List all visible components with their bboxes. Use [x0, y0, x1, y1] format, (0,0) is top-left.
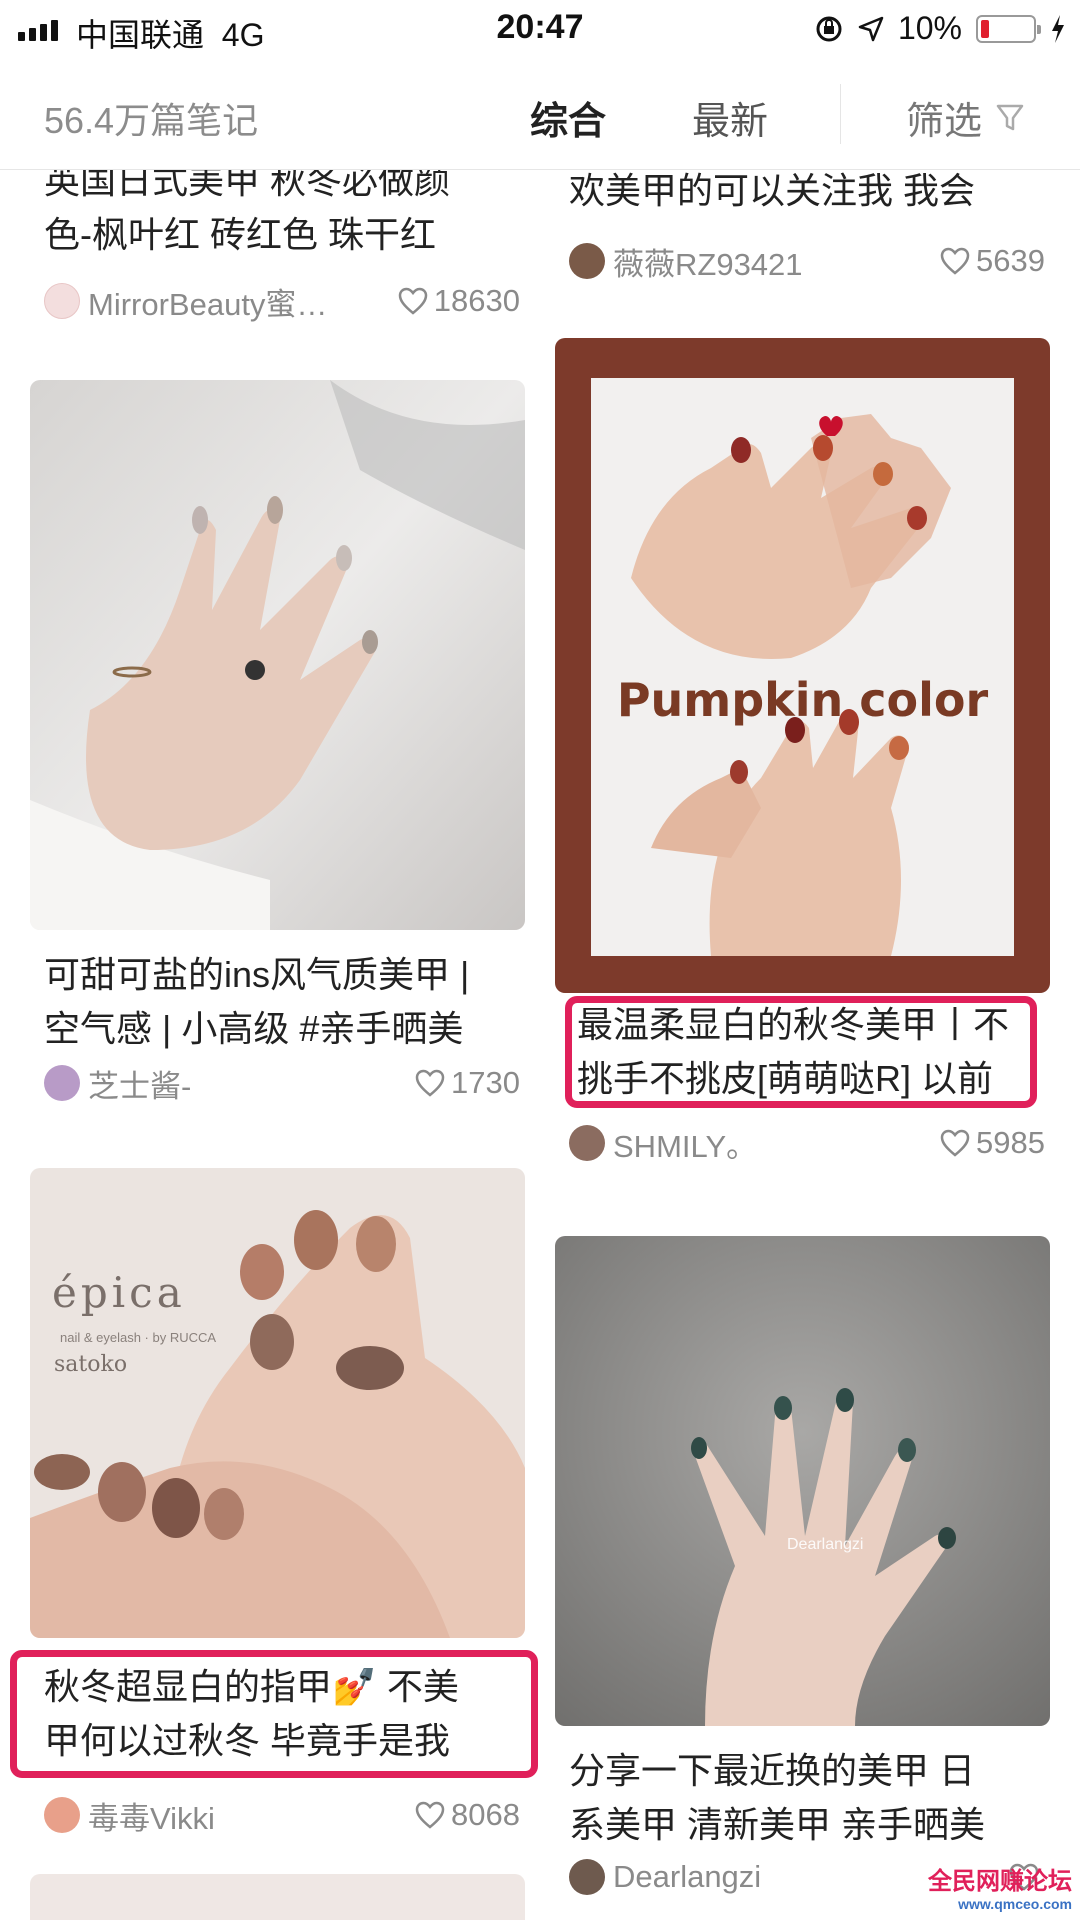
note-image[interactable]: [30, 1874, 525, 1920]
photo-frame: Pumpkin color: [591, 378, 1014, 956]
like-button[interactable]: 18630: [398, 283, 520, 319]
avatar[interactable]: [569, 243, 605, 279]
like-count: 18630: [433, 283, 520, 318]
funnel-icon: [996, 104, 1024, 130]
filter-label: 筛选: [906, 101, 983, 143]
filter-button[interactable]: 筛选: [906, 90, 1024, 145]
divider: [840, 84, 841, 144]
avatar[interactable]: [569, 1859, 605, 1895]
battery-icon: [976, 14, 1041, 43]
like-button[interactable]: 5639: [940, 243, 1045, 279]
like-count: 1730: [451, 1065, 520, 1100]
note-title: 可甜可盐的ins风气质美甲 | 空气感 | 小高级 #亲手晒美: [44, 954, 470, 1049]
note-meta: SHMILY。 5985: [569, 1120, 1045, 1166]
note-card[interactable]: 可甜可盐的ins风气质美甲 | 空气感 | 小高级 #亲手晒美 芝士酱- 173…: [30, 380, 525, 1104]
note-title: 英国日式美甲 秋冬必做颜 色-枫叶红 砖红色 珠干红: [44, 170, 451, 255]
orientation-lock-icon: [816, 16, 842, 41]
notes-feed: 英国日式美甲 秋冬必做颜 色-枫叶红 砖红色 珠干红 MirrorBeauty蜜…: [0, 170, 1080, 1920]
avatar[interactable]: [44, 1065, 80, 1101]
like-button[interactable]: 1730: [415, 1065, 520, 1101]
tab-comprehensive[interactable]: 综合: [530, 90, 606, 145]
note-title: 最温柔显白的秋冬美甲丨不 挑手不挑皮[萌萌哒R] 以前: [577, 1004, 1010, 1099]
note-card[interactable]: Pumpkin color 最温柔显白的秋冬美甲丨不 挑手不挑皮[萌萌哒R] 以…: [555, 338, 1050, 1338]
notes-count: 56.4万篇笔记: [44, 100, 259, 141]
note-meta: MirrorBeauty蜜… 18630: [44, 278, 520, 324]
dark-green-nails-photo: [555, 1236, 1050, 1726]
note-meta: 毒毒Vikki 8068: [44, 1792, 520, 1838]
heart-icon: [415, 1801, 445, 1829]
like-button[interactable]: 5985: [940, 1125, 1045, 1161]
image-subtitle: nail & eyelash · by RUCCA: [60, 1330, 217, 1345]
hand-with-rings-photo: [30, 380, 525, 930]
avatar[interactable]: [44, 283, 80, 319]
like-count: 8068: [451, 1797, 520, 1832]
note-image[interactable]: [30, 380, 525, 930]
pumpkin-color-nails-photo: [631, 414, 951, 956]
results-header: 56.4万篇笔记 综合 最新 筛选: [0, 62, 1080, 170]
note-card[interactable]: 欢美甲的可以关注我 我会 薇薇RZ93421 5639: [555, 170, 1050, 290]
author-name[interactable]: MirrorBeauty蜜…: [88, 279, 398, 324]
like-button[interactable]: 8068: [415, 1797, 520, 1833]
site-watermark: 全民网赚论坛 www.qmceo.com: [928, 1868, 1072, 1912]
note-card[interactable]: 英国日式美甲 秋冬必做颜 色-枫叶红 砖红色 珠干红 MirrorBeauty蜜…: [30, 170, 525, 330]
note-card[interactable]: épica nail & eyelash · by RUCCA satoko 秋…: [10, 1168, 538, 1920]
heart-icon: [940, 1129, 970, 1157]
image-name: satoko: [54, 1352, 128, 1377]
note-title: 秋冬超显白的指甲💅 不美 甲何以过秋冬 毕竟手是我: [44, 1666, 459, 1761]
status-bar: 中国联通 4G 20:47 10%: [0, 0, 1080, 62]
battery-percent: 10%: [897, 10, 962, 46]
tab-latest[interactable]: 最新: [692, 90, 768, 145]
like-count: 5985: [976, 1125, 1045, 1160]
note-image[interactable]: Pumpkin color: [555, 338, 1050, 993]
like-count: 5639: [976, 243, 1045, 278]
status-right: 10%: [814, 10, 1066, 47]
location-icon: [858, 16, 884, 41]
author-name[interactable]: 薇薇RZ93421: [613, 239, 940, 284]
note-card[interactable]: Dearlangzi 分享一下最近换的美甲 日 系美甲 清新美甲 亲手晒美 De…: [555, 1236, 1050, 1920]
heart-icon: [415, 1069, 445, 1097]
image-brand: épica: [52, 1268, 186, 1317]
author-name[interactable]: 毒毒Vikki: [88, 1793, 415, 1838]
note-meta: 芝士酱- 1730: [44, 1060, 520, 1106]
avatar[interactable]: [44, 1797, 80, 1833]
heart-icon: [940, 247, 970, 275]
author-name[interactable]: 芝士酱-: [88, 1061, 415, 1106]
note-meta: 薇薇RZ93421 5639: [569, 238, 1045, 284]
author-name[interactable]: SHMILY。: [613, 1121, 940, 1166]
note-image[interactable]: Dearlangzi: [555, 1236, 1050, 1726]
image-watermark: Dearlangzi: [787, 1536, 864, 1553]
note-image[interactable]: épica nail & eyelash · by RUCCA satoko: [30, 1168, 525, 1638]
avatar[interactable]: [569, 1125, 605, 1161]
note-title: 分享一下最近换的美甲 日 系美甲 清新美甲 亲手晒美: [569, 1750, 986, 1845]
epica-nails-photo: [30, 1168, 525, 1638]
image-overlay-text: Pumpkin color: [616, 673, 989, 727]
heart-icon: [398, 287, 428, 315]
note-title: 欢美甲的可以关注我 我会: [569, 170, 976, 211]
charging-icon: [1052, 14, 1064, 43]
